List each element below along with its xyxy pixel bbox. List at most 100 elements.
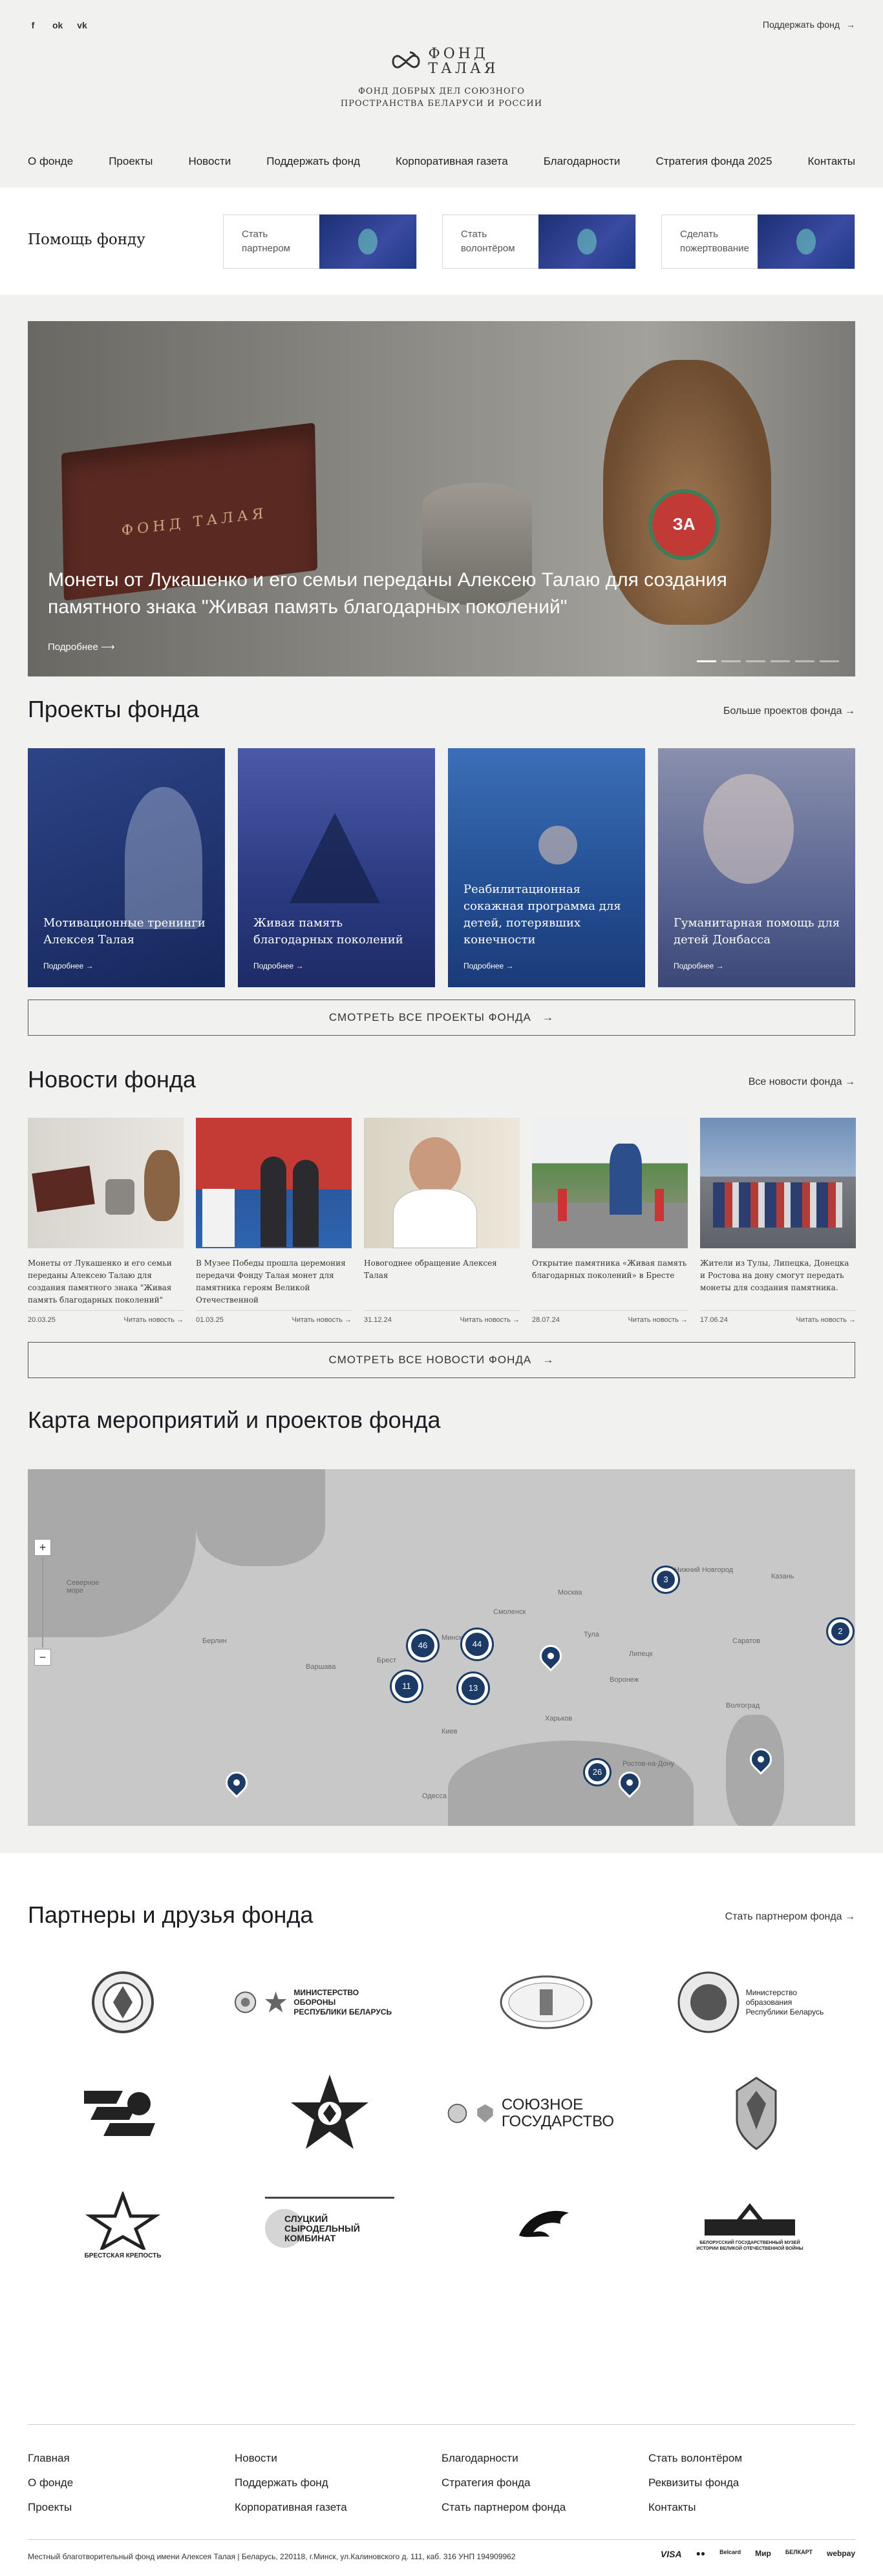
odnoklassniki-icon[interactable]: ok	[52, 20, 63, 30]
footer-link[interactable]: Проекты	[28, 2495, 73, 2520]
map-sea	[196, 1469, 325, 1566]
all-news-link[interactable]: Все новости фонда →	[749, 1076, 855, 1088]
partner-logo-war-museum[interactable]: БЕЛОРУССКИЙ ГОСУДАРСТВЕННЫЙ МУЗЕЙ ИСТОРИИ…	[666, 2190, 834, 2261]
partner-logo-brest-fortress[interactable]: БРЕСТСКАЯ КРЕПОСТЬ	[39, 2190, 207, 2261]
read-news-link[interactable]: Читать новость →	[292, 1316, 352, 1324]
nav-news[interactable]: Новости	[188, 155, 231, 168]
vk-icon[interactable]: vk	[77, 20, 87, 30]
footer-link[interactable]: Поддержать фонд	[235, 2471, 347, 2495]
partner-name-line: БЕЛОРУССКИЙ ГОСУДАРСТВЕННЫЙ МУЗЕЙ	[699, 2241, 800, 2245]
card-label-line1: Стать	[461, 229, 487, 240]
nav-projects[interactable]: Проекты	[109, 155, 153, 168]
map-sea	[726, 1715, 784, 1826]
map-zoom-out-button[interactable]: −	[34, 1649, 51, 1666]
partner-logo-ministry-defense[interactable]: МИНИСТЕРСТВО ОБОРОНЫ РЕСПУБЛИКИ БЕЛАРУСЬ	[233, 1967, 401, 2038]
news-card[interactable]: Новогоднее обращение Алексея Талая 31.12…	[364, 1118, 520, 1324]
footer-link[interactable]: Стать волонтёром	[648, 2446, 742, 2471]
read-news-link[interactable]: Читать новость →	[460, 1316, 520, 1324]
slider-dot[interactable]	[697, 660, 716, 662]
map-cluster-marker[interactable]: 46	[408, 1631, 438, 1660]
project-more-link[interactable]: Подробнее →	[674, 961, 724, 970]
project-more-link[interactable]: Подробнее →	[253, 961, 304, 970]
map-cluster-marker[interactable]: 26	[585, 1760, 610, 1785]
footer-link[interactable]: Контакты	[648, 2495, 742, 2520]
footer-link[interactable]: Благодарности	[442, 2446, 566, 2471]
slider-dot[interactable]	[746, 660, 765, 662]
map-pin-icon[interactable]	[220, 1766, 253, 1799]
nav-about[interactable]: О фонде	[28, 155, 73, 168]
map-cluster-marker[interactable]: 3	[654, 1567, 678, 1592]
partner-logo-dolphin[interactable]	[462, 2190, 630, 2261]
facebook-icon[interactable]: f	[28, 20, 38, 30]
site-logo[interactable]: ФОНД ТАЛАЯ ФОНД ДОБРЫХ ДЕЛ СОЮЗНОГО ПРОС…	[0, 47, 883, 110]
project-card[interactable]: Реабилитационная сокажная программа для …	[448, 748, 645, 987]
footer-link[interactable]: О фонде	[28, 2471, 73, 2495]
partner-logo-slutsk[interactable]: СЛУЦКИЙ СЫРОДЕЛЬНЫЙ КОМБИНАТ	[246, 2190, 414, 2261]
slider-dot[interactable]	[771, 660, 790, 662]
slide-more-link[interactable]: Подробнее ⟶	[48, 641, 114, 653]
project-more-label: Подробнее	[463, 961, 504, 970]
card-label-line2: партнером	[242, 243, 290, 254]
become-volunteer-card[interactable]: Стать волонтёром	[442, 215, 636, 269]
project-card[interactable]: Гуманитарная помощь для детей Донбасса П…	[658, 748, 855, 987]
become-partner-link[interactable]: Стать партнером фонда →	[725, 1911, 855, 1923]
nav-thanks[interactable]: Благодарности	[544, 155, 621, 168]
footer-link[interactable]: Стратегия фонда	[442, 2471, 566, 2495]
all-projects-button[interactable]: СМОТРЕТЬ ВСЕ ПРОЕКТЫ ФОНДА →	[28, 1000, 855, 1036]
partner-logo-union-state[interactable]: СОЮЗНОЕ ГОСУДАРСТВО	[446, 2078, 614, 2149]
news-date: 28.07.24	[532, 1316, 560, 1324]
partner-logo-emblem[interactable]	[39, 1967, 207, 2038]
become-partner-card[interactable]: Стать партнером	[223, 215, 417, 269]
news-card[interactable]: Монеты от Лукашенко и его семьи переданы…	[28, 1118, 184, 1324]
nav-contacts[interactable]: Контакты	[808, 155, 855, 168]
map-city-label: Саратов	[732, 1637, 761, 1645]
news-card[interactable]: Открытие памятника «Живая память благода…	[532, 1118, 688, 1324]
partner-logo-shield[interactable]	[672, 2077, 840, 2150]
footer-link[interactable]: Новости	[235, 2446, 347, 2471]
partner-logo-ministry-education[interactable]: Министерство образования Республики Белару…	[666, 1967, 834, 2038]
footer-link[interactable]: Главная	[28, 2446, 73, 2471]
news-card[interactable]: В Музее Победы прошла церемония передачи…	[196, 1118, 352, 1324]
read-news-link[interactable]: Читать новость →	[628, 1316, 688, 1324]
project-more-link[interactable]: Подробнее →	[463, 961, 514, 970]
project-card[interactable]: Мотивационные тренинги Алексея Талая Под…	[28, 748, 225, 987]
slider-dot[interactable]	[721, 660, 741, 662]
support-fund-top-link[interactable]: Поддержать фонд →	[763, 19, 855, 30]
oval-emblem-icon	[500, 1975, 593, 2029]
map-pin-icon[interactable]	[535, 1640, 567, 1672]
read-news-label: Читать новость	[123, 1316, 175, 1324]
slide-title[interactable]: Монеты от Лукашенко и его семьи переданы…	[48, 567, 811, 621]
map-cluster-marker[interactable]: 13	[458, 1673, 488, 1703]
partner-logo-star[interactable]	[246, 2075, 414, 2149]
project-more-link[interactable]: Подробнее →	[43, 961, 94, 970]
news-card[interactable]: Жители из Тулы, Липецка, Донецка и Росто…	[700, 1118, 856, 1324]
project-card[interactable]: Живая память благодарных поколений Подро…	[238, 748, 435, 987]
map-cluster-marker[interactable]: 2	[828, 1619, 853, 1644]
hero-slider[interactable]: ФОНД ТАЛАЯ ЗА Монеты от Лукашенко и его …	[28, 321, 855, 676]
project-more-label: Подробнее	[253, 961, 294, 970]
read-news-link[interactable]: Читать новость →	[124, 1316, 184, 1324]
footer-link[interactable]: Реквизиты фонда	[648, 2471, 742, 2495]
footer-link[interactable]: Корпоративная газета	[235, 2495, 347, 2520]
map-cluster-marker[interactable]: 11	[392, 1671, 421, 1701]
make-donation-card[interactable]: Сделать пожертвование	[661, 215, 855, 269]
nav-strategy[interactable]: Стратегия фонда 2025	[655, 155, 772, 168]
all-news-button[interactable]: СМОТРЕТЬ ВСЕ НОВОСТИ ФОНДА →	[28, 1342, 855, 1378]
partner-logo-oval-emblem[interactable]	[462, 1967, 630, 2038]
map-zoom-slider[interactable]	[42, 1557, 43, 1648]
map-zoom-in-button[interactable]: +	[34, 1539, 51, 1556]
more-projects-link[interactable]: Больше проектов фонда →	[723, 706, 855, 717]
footer-link[interactable]: Стать партнером фонда	[442, 2495, 566, 2520]
slider-dot[interactable]	[795, 660, 814, 662]
events-map[interactable]: + − Северное море Москва Минск Киев Варша…	[28, 1469, 855, 1826]
nav-support[interactable]: Поддержать фонд	[266, 155, 360, 168]
slider-dot[interactable]	[820, 660, 839, 662]
map-cluster-marker[interactable]: 44	[462, 1629, 492, 1659]
coat-of-arms-icon	[477, 2104, 493, 2122]
tagline-line1: ФОНД ДОБРЫХ ДЕЛ СОЮЗНОГО	[358, 87, 525, 96]
bag-badge: ЗА	[648, 489, 719, 560]
nav-newspaper[interactable]: Корпоративная газета	[396, 155, 508, 168]
partner-logo-fsb[interactable]	[39, 2078, 207, 2149]
map-sea-label: Северное море	[67, 1579, 99, 1595]
read-news-link[interactable]: Читать новость →	[796, 1316, 856, 1324]
